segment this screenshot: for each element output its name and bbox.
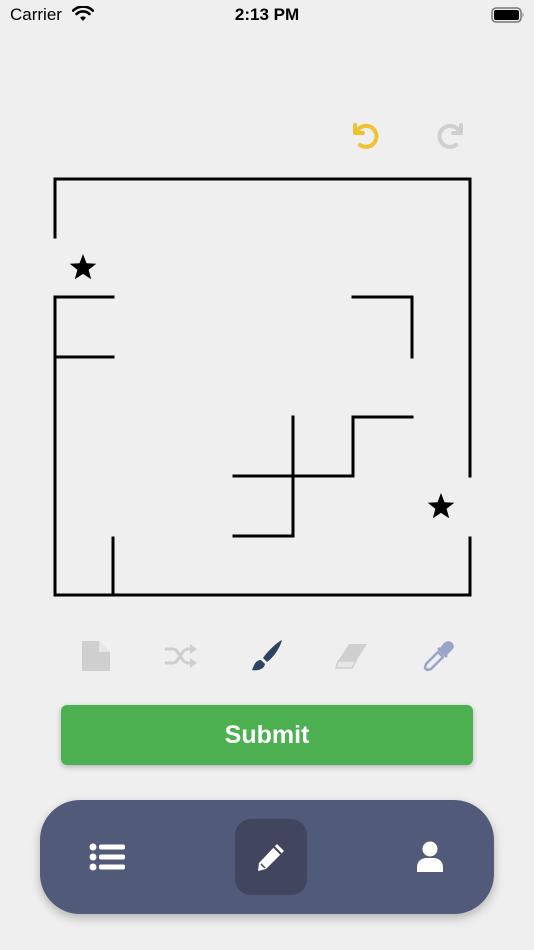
- nav-edit-button[interactable]: [235, 819, 307, 895]
- submit-button[interactable]: Submit: [61, 705, 473, 765]
- user-icon: [417, 841, 443, 872]
- new-document-button[interactable]: [78, 638, 114, 674]
- eraser-button[interactable]: [334, 638, 370, 674]
- eyedropper-button[interactable]: [421, 638, 457, 674]
- bottom-nav: [40, 800, 494, 914]
- paint-brush-icon: [252, 640, 282, 671]
- end-star-icon: [427, 493, 455, 519]
- shuffle-button[interactable]: [163, 638, 199, 674]
- eraser-icon: [335, 644, 367, 669]
- nav-list-button[interactable]: [71, 819, 143, 895]
- list-icon: [89, 843, 125, 871]
- pencil-icon: [258, 844, 284, 871]
- eyedropper-icon: [423, 641, 454, 672]
- paint-brush-button[interactable]: [249, 638, 285, 674]
- nav-profile-button[interactable]: [394, 819, 466, 895]
- shuffle-icon: [164, 644, 197, 668]
- start-star-icon: [69, 254, 97, 280]
- new-document-icon: [82, 641, 110, 671]
